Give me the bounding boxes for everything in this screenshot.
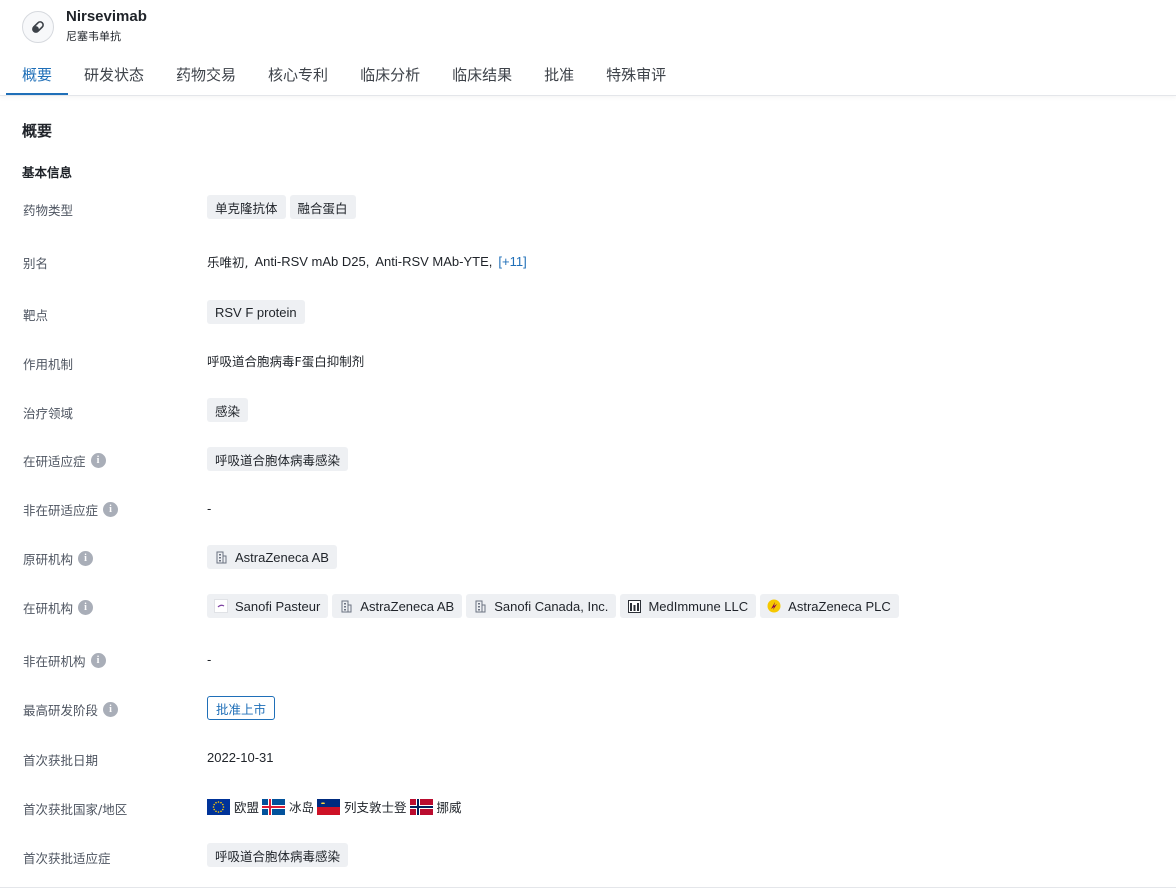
astrazeneca-logo-icon xyxy=(767,599,781,613)
info-icon[interactable]: i xyxy=(90,653,106,668)
drug-name: Nirsevimab xyxy=(66,8,147,25)
iceland-flag-icon xyxy=(262,798,286,815)
row-label: 首次获批国家/地区 xyxy=(23,802,128,817)
info-icon[interactable]: i xyxy=(103,502,119,517)
tab-overview[interactable]: 概要 xyxy=(6,60,69,95)
alias-item: 乐唯初, xyxy=(207,255,249,270)
tag[interactable]: 呼吸道合胞体病毒感染 xyxy=(207,447,349,471)
row-label: 在研适应症 i xyxy=(23,451,106,470)
phase-badge[interactable]: 批准上市 xyxy=(207,696,276,720)
drug-name-cn: 尼塞韦单抗 xyxy=(66,30,121,43)
row-label: 治疗领域 xyxy=(23,406,74,421)
row-label: 非在研机构 i xyxy=(23,651,106,670)
org-tag[interactable]: Sanofi Canada, Inc. xyxy=(466,594,617,618)
tag[interactable]: 呼吸道合胞体病毒感染 xyxy=(207,843,349,867)
country-name: 欧盟 xyxy=(234,800,260,815)
row-value: 乐唯初, Anti-RSV mAb D25, Anti-RSV MAb-YTE,… xyxy=(207,252,527,271)
tab-patents[interactable]: 核心专利 xyxy=(252,60,344,95)
info-icon[interactable]: i xyxy=(78,551,94,566)
org-tag[interactable]: AstraZeneca PLC xyxy=(760,594,899,618)
liechtenstein-flag-icon xyxy=(317,798,341,815)
org-tag[interactable]: Sanofi Pasteur xyxy=(207,594,329,618)
alias-item: Anti-RSV mAb D25, xyxy=(254,254,370,269)
row-label: 非在研适应症 i xyxy=(23,500,119,519)
row-label: 作用机制 xyxy=(23,357,74,372)
country-name: 列支敦士登 xyxy=(344,800,407,815)
row-label: 最高研发阶段 i xyxy=(23,700,119,719)
sanofi-logo-icon xyxy=(214,599,228,613)
divider xyxy=(0,887,1176,888)
tag[interactable]: 融合蛋白 xyxy=(289,195,356,219)
tab-deals[interactable]: 药物交易 xyxy=(160,60,252,95)
row-value: RSV F protein xyxy=(207,300,309,324)
row-value: 呼吸道合胞病毒F蛋白抑制剂 xyxy=(207,351,364,370)
row-value: 呼吸道合胞体病毒感染 xyxy=(207,843,352,867)
target-tag[interactable]: RSV F protein xyxy=(207,300,305,324)
row-value: 感染 xyxy=(207,398,252,422)
tag[interactable]: 单克隆抗体 xyxy=(207,195,286,219)
row-value: 批准上市 xyxy=(207,696,276,720)
mechanism-link[interactable]: 呼吸道合胞病毒F蛋白抑制剂 xyxy=(207,351,364,370)
org-tag[interactable]: MedImmune LLC xyxy=(620,594,757,618)
row-value: 单克隆抗体 融合蛋白 xyxy=(207,195,360,219)
tab-special-review[interactable]: 特殊审评 xyxy=(590,60,682,95)
eu-flag-icon xyxy=(207,798,230,815)
org-tag[interactable]: AstraZeneca AB xyxy=(332,594,463,618)
tab-rd-status[interactable]: 研发状态 xyxy=(68,60,160,95)
row-value: Sanofi Pasteur AstraZeneca AB Sanofi Can… xyxy=(207,594,903,618)
row-label: 别名 xyxy=(23,256,49,271)
country-name: 挪威 xyxy=(436,800,462,815)
pill-icon xyxy=(22,11,54,43)
info-icon[interactable]: i xyxy=(78,600,94,615)
more-aliases-link[interactable]: [+11] xyxy=(498,254,526,269)
row-value: 欧盟 冰岛 列支敦士登 挪威 xyxy=(207,797,465,816)
row-value: - xyxy=(207,501,212,516)
row-label: 原研机构 i xyxy=(23,549,94,568)
row-label: 在研机构 i xyxy=(23,598,94,617)
alias-item: Anti-RSV MAb-YTE, xyxy=(375,254,493,269)
tab-approval[interactable]: 批准 xyxy=(528,60,590,95)
row-label: 首次获批日期 xyxy=(23,753,99,768)
tab-bar: 概要 研发状态 药物交易 核心专利 临床分析 临床结果 批准 特殊审评 xyxy=(6,60,682,95)
row-value: AstraZeneca AB xyxy=(207,545,341,569)
tag[interactable]: 感染 xyxy=(207,398,249,422)
row-value: 呼吸道合胞体病毒感染 xyxy=(207,447,352,471)
row-value: - xyxy=(207,652,212,667)
row-label: 靶点 xyxy=(23,308,49,323)
building-icon xyxy=(339,599,353,613)
approval-date: 2022-10-31 xyxy=(207,750,274,765)
building-icon xyxy=(214,550,228,564)
norway-flag-icon xyxy=(409,798,433,815)
row-value: 2022-10-31 xyxy=(207,750,274,765)
info-icon[interactable]: i xyxy=(90,453,106,468)
building-icon xyxy=(473,599,487,613)
row-label: 首次获批适应症 xyxy=(23,851,111,866)
country-name: 冰岛 xyxy=(289,800,315,815)
section-title: 概要 xyxy=(22,122,53,140)
drug-header: Nirsevimab 尼塞韦单抗 概要 研发状态 药物交易 核心专利 临床分析 … xyxy=(0,0,1176,96)
tab-clinical-results[interactable]: 临床结果 xyxy=(436,60,528,95)
tab-clinical-analysis[interactable]: 临床分析 xyxy=(344,60,436,95)
info-icon[interactable]: i xyxy=(103,702,119,717)
row-label: 药物类型 xyxy=(23,203,74,218)
medimmune-logo-icon xyxy=(627,599,641,613)
subsection-title: 基本信息 xyxy=(22,165,73,180)
org-tag[interactable]: AstraZeneca AB xyxy=(207,545,337,569)
